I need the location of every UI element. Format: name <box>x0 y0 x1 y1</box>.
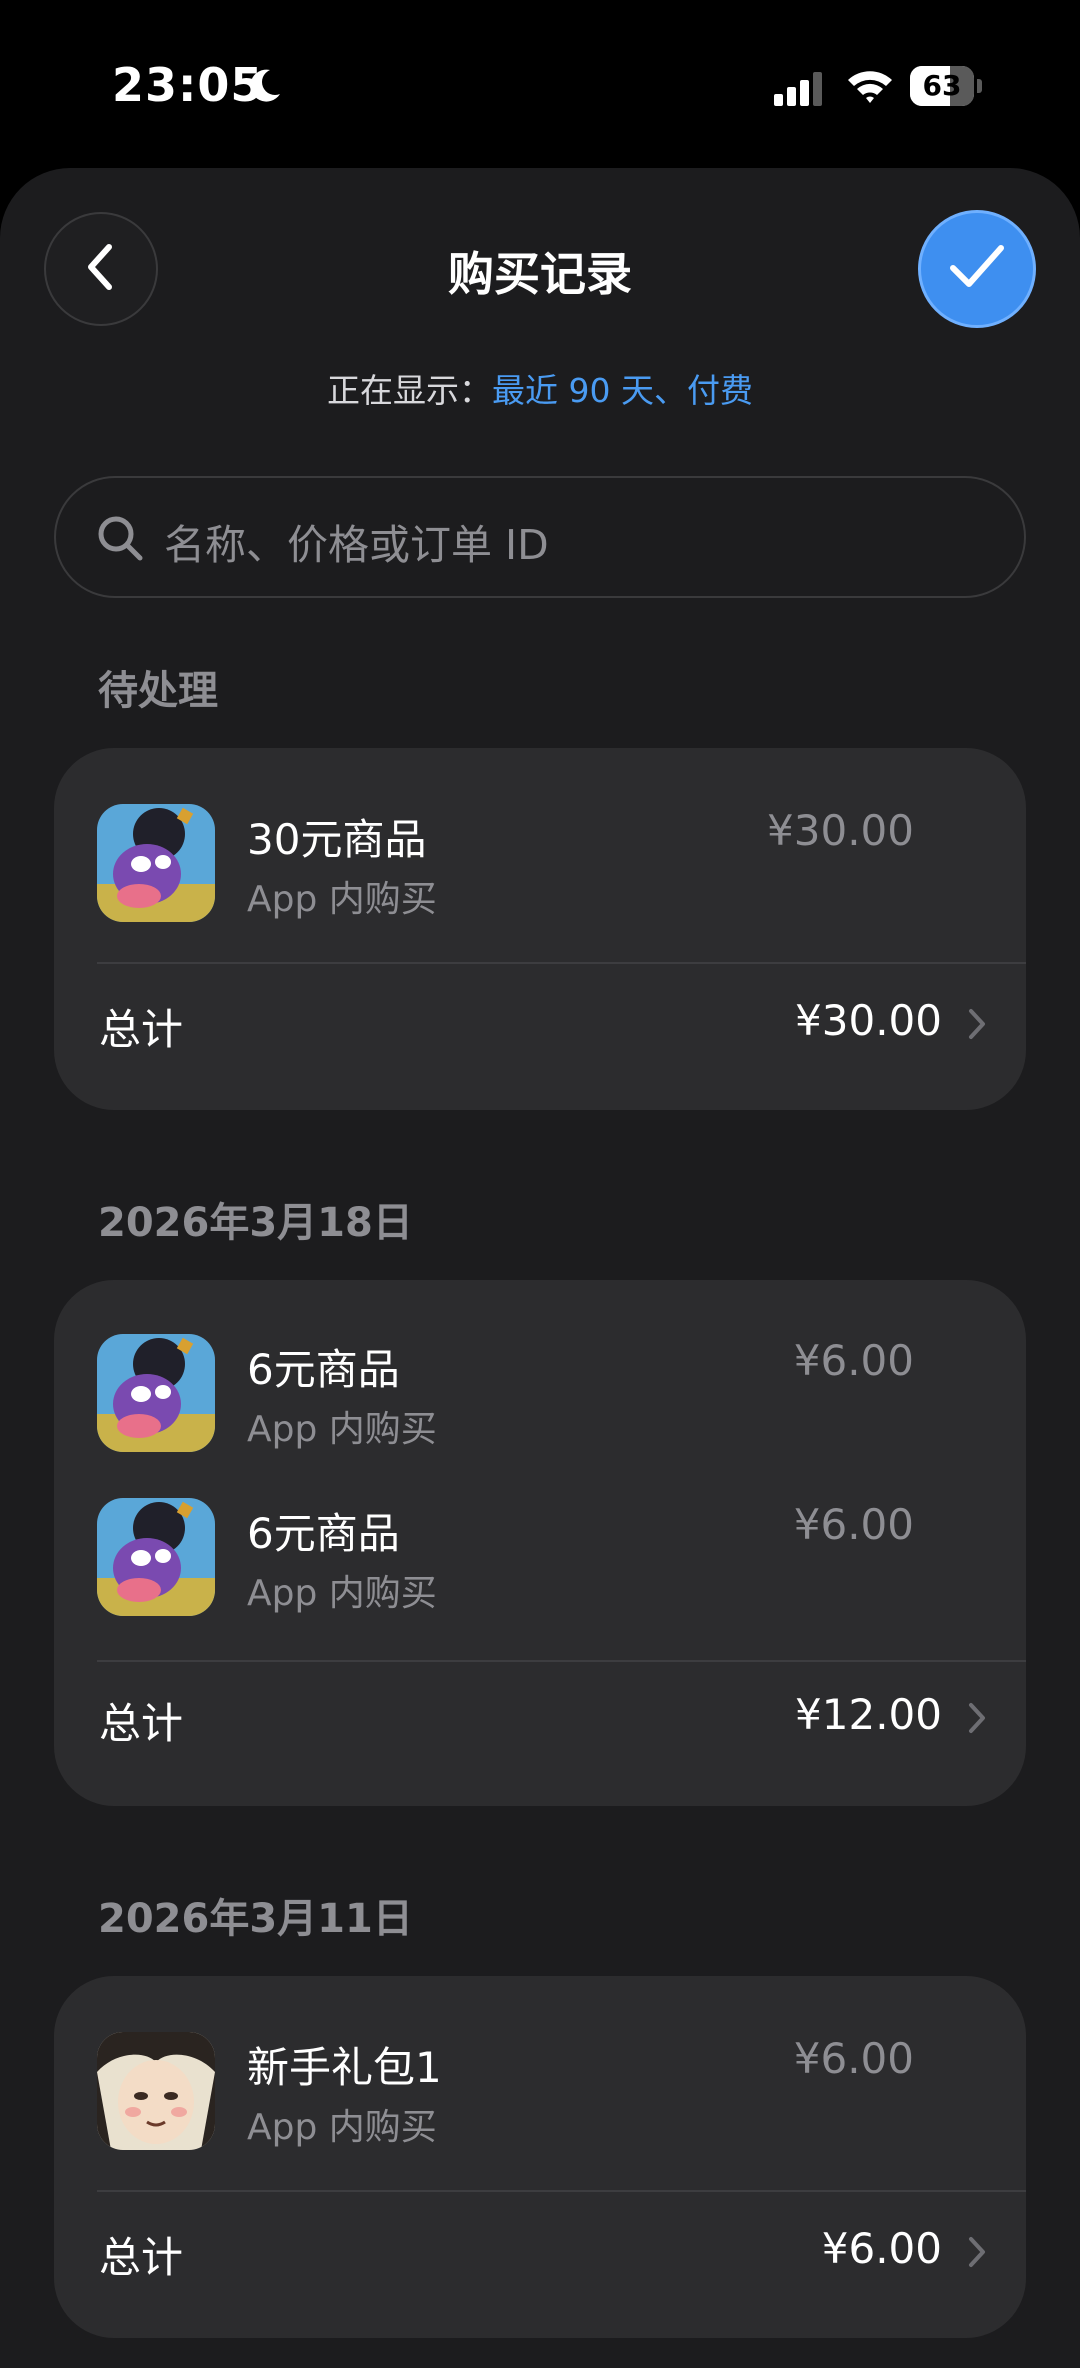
bomb-game-app-icon <box>97 1498 215 1616</box>
battery-percent: 63 <box>922 69 962 102</box>
moon-icon <box>244 66 284 110</box>
purchase-group-card: 6元商品 App 内购买 ¥6.00 6元商品 App 内购买 ¥6.00 总计… <box>54 1280 1026 1806</box>
search-input[interactable]: 名称、价格或订单 ID <box>164 511 549 571</box>
item-name: 30元商品 <box>247 815 427 864</box>
wifi-icon <box>846 66 894 110</box>
purchase-history-sheet: 购买记录 正在显示：最近 90 天、付费 名称、价格或订单 ID 待处理 30元… <box>0 168 1080 2368</box>
total-row[interactable]: 总计 ¥6.00 <box>54 2198 1026 2298</box>
item-subtitle: App 内购买 <box>247 1409 437 1450</box>
total-label: 总计 <box>99 2233 184 2282</box>
filter-summary[interactable]: 正在显示：最近 90 天、付费 <box>0 364 1080 412</box>
battery-indicator: 63 <box>910 66 982 106</box>
chevron-right-icon <box>968 1702 986 1738</box>
section-header: 2026年3月18日 <box>98 1200 413 1246</box>
total-value: ¥6.00 <box>821 2224 942 2273</box>
cellular-signal-icon <box>774 72 826 110</box>
item-subtitle: App 内购买 <box>247 2107 437 2148</box>
purchase-group-card: 新手礼包1 App 内购买 ¥6.00 总计 ¥6.00 <box>54 1976 1026 2338</box>
purchase-item[interactable]: 新手礼包1 App 内购买 ¥6.00 <box>54 2032 1026 2164</box>
total-label: 总计 <box>99 1005 184 1054</box>
purchase-item[interactable]: 30元商品 App 内购买 ¥30.00 <box>54 804 1026 936</box>
item-subtitle: App 内购买 <box>247 1573 437 1614</box>
total-row[interactable]: 总计 ¥12.00 <box>54 1664 1026 1764</box>
purchase-group-card: 30元商品 App 内购买 ¥30.00 总计 ¥30.00 <box>54 748 1026 1110</box>
bomb-game-app-icon <box>97 1334 215 1452</box>
section-header: 2026年3月11日 <box>98 1896 413 1942</box>
chevron-right-icon <box>968 1008 986 1044</box>
character-game-app-icon <box>97 2032 215 2150</box>
item-price: ¥6.00 <box>793 2034 914 2083</box>
divider <box>97 2190 1026 2192</box>
divider <box>97 1660 1026 1662</box>
filter-label: 正在显示： <box>327 371 492 410</box>
checkmark-icon <box>947 242 1007 296</box>
total-value: ¥12.00 <box>795 1690 942 1739</box>
item-name: 6元商品 <box>247 1509 400 1558</box>
item-price: ¥6.00 <box>793 1336 914 1385</box>
filter-value-link[interactable]: 最近 90 天、付费 <box>492 371 753 410</box>
purchase-item[interactable]: 6元商品 App 内购买 ¥6.00 <box>54 1498 1026 1630</box>
status-bar: 23:05 63 <box>0 0 1080 160</box>
bomb-game-app-icon <box>97 804 215 922</box>
search-icon <box>96 514 146 568</box>
total-row[interactable]: 总计 ¥30.00 <box>54 970 1026 1070</box>
purchase-item[interactable]: 6元商品 App 内购买 ¥6.00 <box>54 1334 1026 1466</box>
chevron-right-icon <box>968 2236 986 2272</box>
item-price: ¥30.00 <box>767 806 914 855</box>
item-price: ¥6.00 <box>793 1500 914 1549</box>
status-time: 23:05 <box>112 58 264 112</box>
item-name: 新手礼包1 <box>247 2043 442 2092</box>
total-value: ¥30.00 <box>795 996 942 1045</box>
item-name: 6元商品 <box>247 1345 400 1394</box>
item-subtitle: App 内购买 <box>247 879 437 920</box>
total-label: 总计 <box>99 1699 184 1748</box>
divider <box>97 962 1026 964</box>
search-field[interactable]: 名称、价格或订单 ID <box>54 476 1026 598</box>
section-header: 待处理 <box>98 668 218 714</box>
done-button[interactable] <box>918 210 1036 328</box>
